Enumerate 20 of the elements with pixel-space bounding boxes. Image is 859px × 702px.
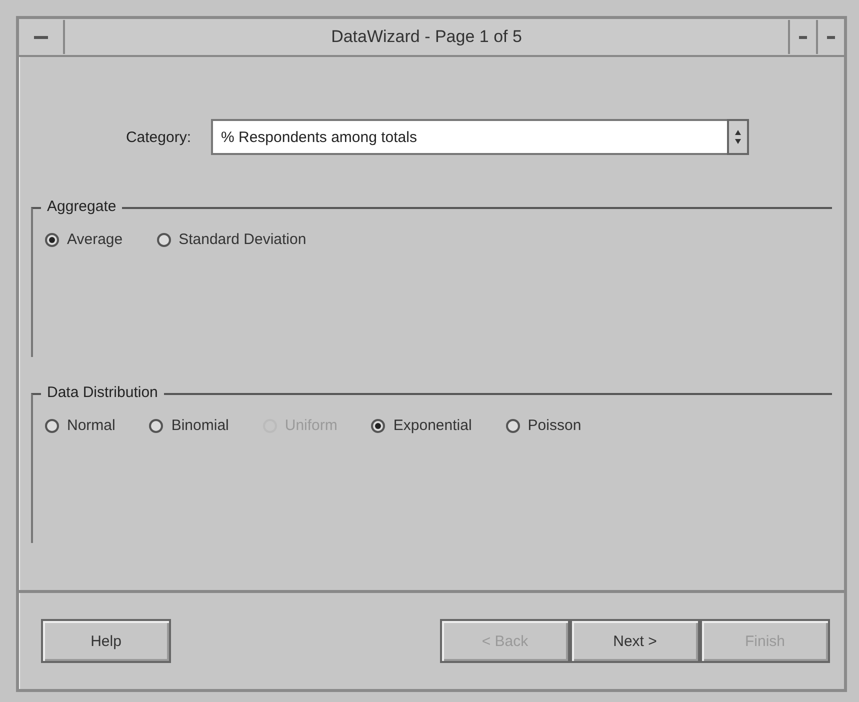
wizard-button[interactable]: Next >	[570, 619, 700, 663]
radio-button[interactable]	[156, 232, 171, 246]
radio-button[interactable]	[149, 418, 164, 432]
spin-arrows-icon	[734, 129, 742, 145]
radio-button[interactable]	[45, 418, 59, 432]
radio-option[interactable]: Average	[45, 231, 123, 248]
category-field[interactable]: % Respondents among totals	[211, 119, 727, 155]
spin-button[interactable]	[727, 119, 749, 155]
wizard-button[interactable]: Help	[41, 619, 171, 663]
radio-option[interactable]: Normal	[45, 417, 116, 434]
radio-button[interactable]	[371, 418, 386, 432]
category-label: Category:	[124, 128, 191, 146]
radio-button[interactable]	[45, 232, 59, 246]
radio-option[interactable]: Standard Deviation	[156, 231, 306, 248]
radio-option[interactable]: Exponential	[371, 417, 472, 434]
radio-button[interactable]	[506, 418, 520, 432]
window-title: DataWizard - Page 1 of 5	[330, 27, 523, 47]
group-title: Aggregate	[41, 198, 122, 215]
radio-option[interactable]: Poisson	[506, 417, 582, 434]
radio-option[interactable]: Binomial	[149, 417, 229, 434]
